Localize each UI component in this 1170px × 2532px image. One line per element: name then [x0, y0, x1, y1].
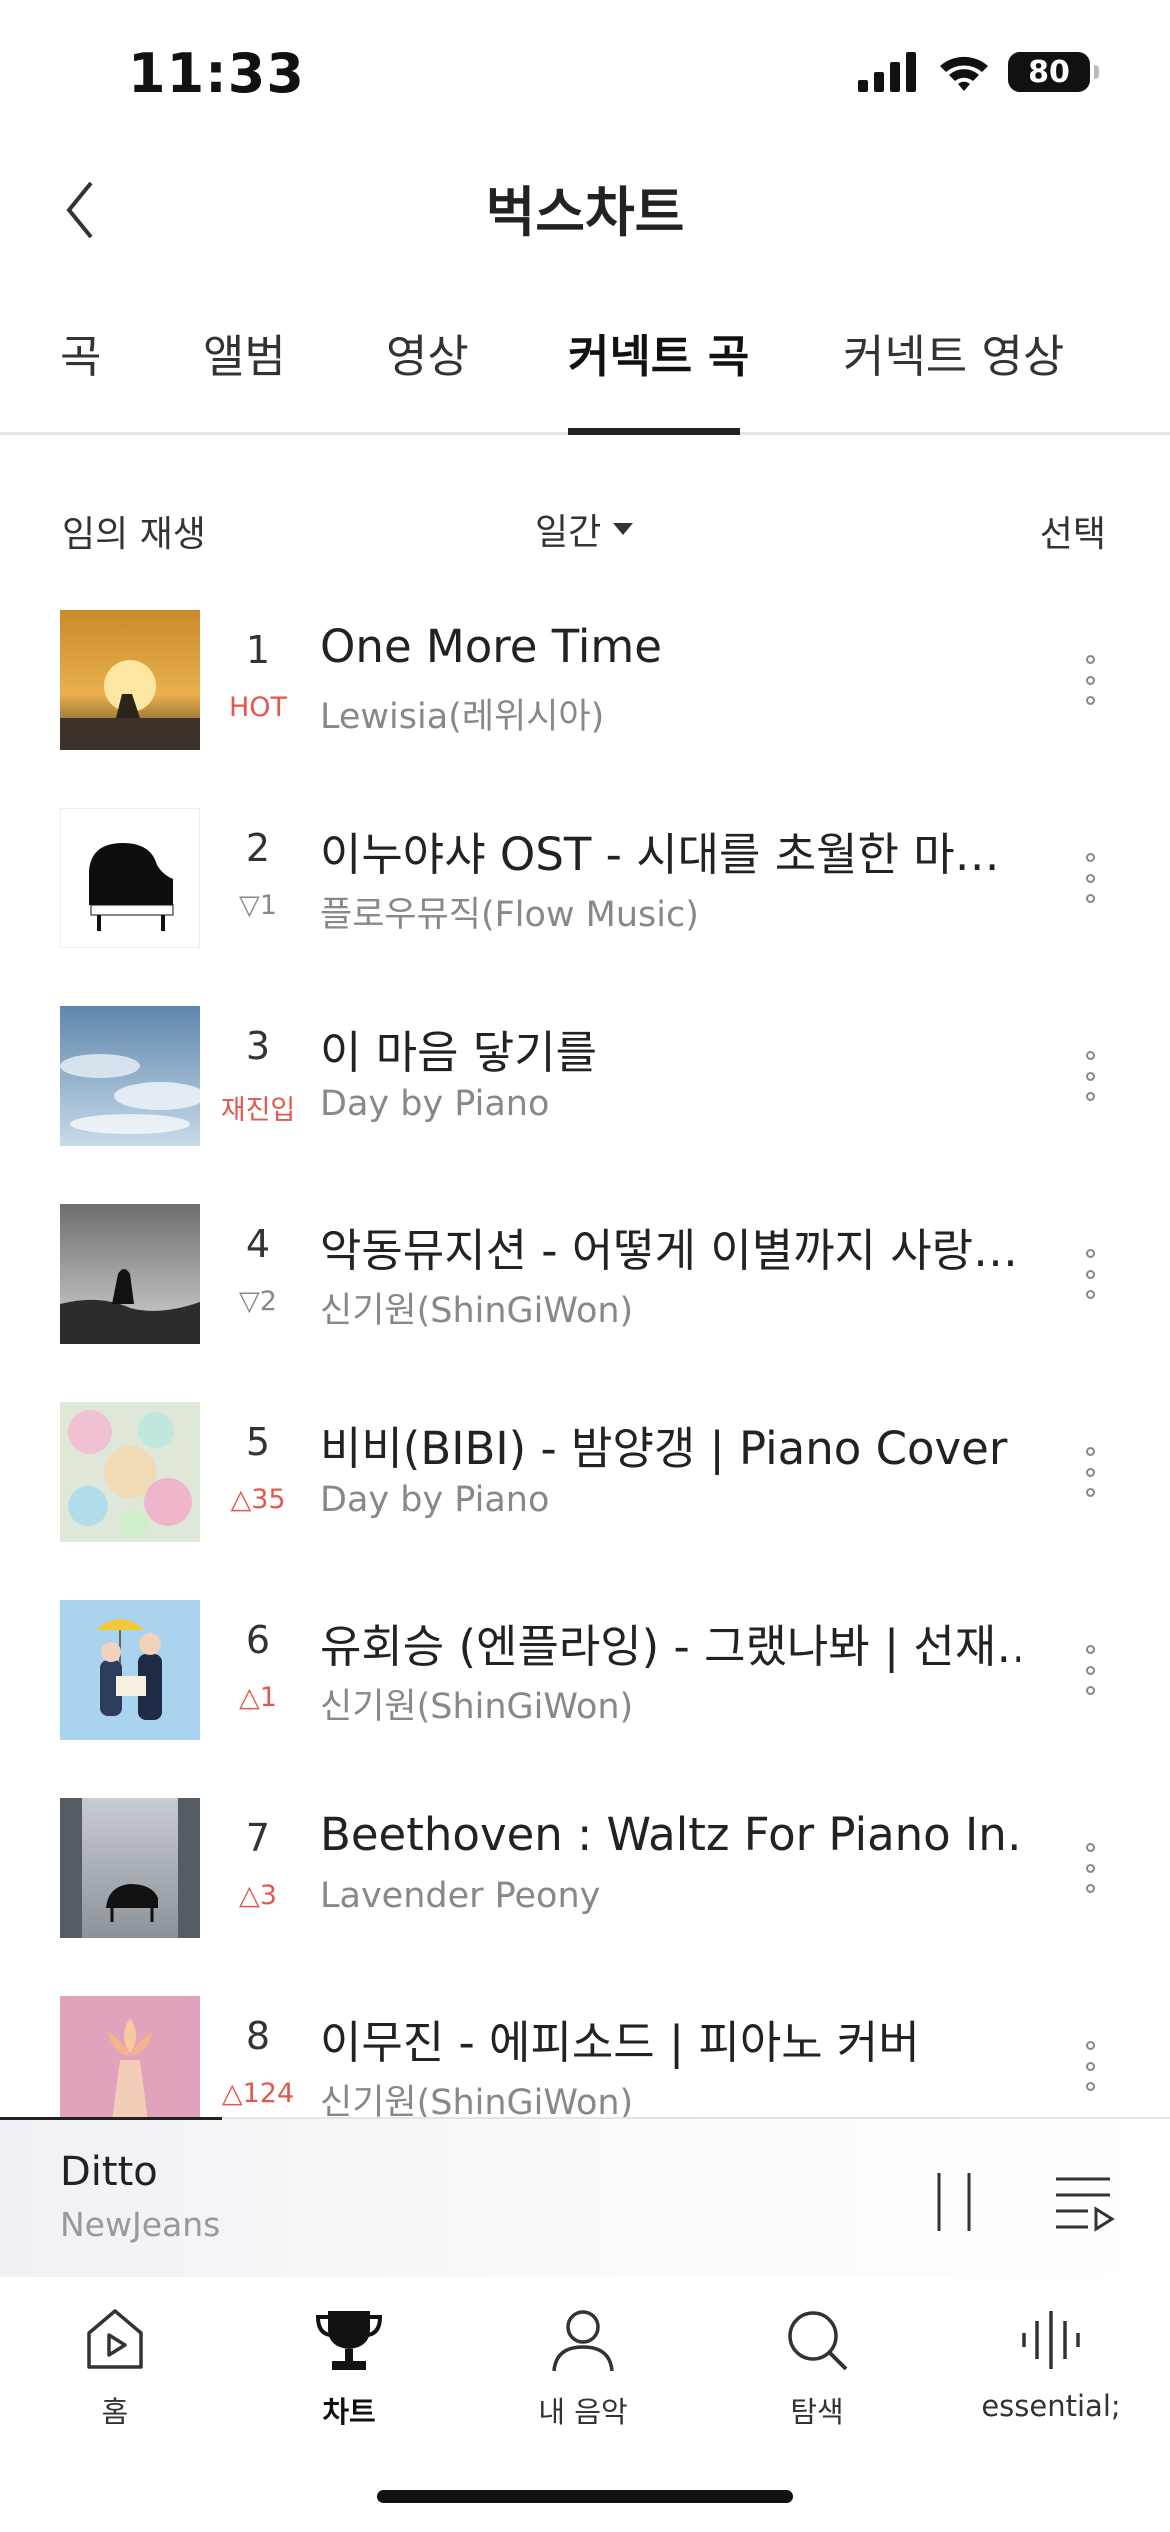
chart-tabs: 곡 앨범 영상 커넥트 곡 커넥트 영상: [0, 300, 1170, 435]
track-artist: 신기원(ShinGiWon): [320, 1291, 634, 1331]
rank-number: 7: [245, 1816, 271, 1860]
nav-chart[interactable]: 차트: [249, 2307, 449, 2431]
rank-change: △3: [239, 1880, 277, 1911]
track-title: 악동뮤지션 - 어떻게 이별까지 사랑…: [320, 1224, 1019, 1277]
more-options-button[interactable]: [1070, 1843, 1110, 1893]
track-artist: 신기원(ShinGiWon): [320, 1687, 634, 1727]
track-title: 비비(BIBI) - 밤양갱 | Piano Cover: [320, 1422, 1008, 1475]
track-title: Beethoven : Waltz For Piano In…: [320, 1808, 1020, 1861]
more-options-button[interactable]: [1070, 853, 1110, 903]
more-options-button[interactable]: [1070, 655, 1110, 705]
page-title: 벅스차트: [485, 181, 685, 244]
rank-change: HOT: [228, 692, 288, 723]
home-indicator[interactable]: [377, 2490, 793, 2503]
nav-home-label: 홈: [101, 2395, 129, 2429]
signal-icon: [858, 52, 916, 92]
nav-my-music-label: 내 음악: [538, 2395, 628, 2429]
queue-list-icon: [1056, 2177, 1115, 2232]
nav-explore[interactable]: 탐색: [717, 2307, 917, 2431]
search-icon: [788, 2311, 848, 2371]
select-button[interactable]: 선택: [1040, 505, 1106, 557]
nav-home[interactable]: 홈: [15, 2307, 215, 2431]
person-icon: [552, 2310, 614, 2372]
pause-icon: [937, 2173, 971, 2231]
tab-connect-songs[interactable]: 커넥트 곡: [568, 320, 749, 385]
caret-down-icon: [613, 523, 634, 535]
album-art: [60, 1600, 200, 1740]
tab-songs[interactable]: 곡: [60, 320, 101, 385]
album-art: [60, 1204, 200, 1344]
track-artist: Lewisia(레위시아): [320, 697, 605, 737]
battery-level: 80: [1028, 54, 1070, 90]
rank-change: △124: [221, 2078, 295, 2109]
active-tab-indicator: [568, 428, 740, 435]
rank-number: 6: [245, 1618, 271, 1662]
more-options-button[interactable]: [1070, 1051, 1110, 1101]
playback-progress-bar: [0, 2117, 223, 2120]
wifi-icon: [940, 56, 988, 91]
tab-connect-videos[interactable]: 커넥트 영상: [843, 320, 1064, 385]
rank-number: 8: [245, 2014, 271, 2058]
rank-number: 5: [245, 1420, 271, 1464]
nav-essential[interactable]: essential;: [951, 2307, 1151, 2423]
track-row[interactable]: 5 △35 비비(BIBI) - 밤양갱 | Piano Cover Day b…: [0, 1402, 1170, 1600]
more-options-button[interactable]: [1070, 1249, 1110, 1299]
nav-explore-label: 탐색: [790, 2395, 844, 2429]
track-artist: 플로우뮤직(Flow Music): [320, 895, 699, 935]
playlist-queue-button[interactable]: [1052, 2169, 1116, 2233]
track-row[interactable]: 4 ▽2 악동뮤지션 - 어떻게 이별까지 사랑… 신기원(ShinGiWon): [0, 1204, 1170, 1402]
mini-player[interactable]: Ditto NewJeans: [0, 2117, 1170, 2279]
album-art: [60, 1798, 200, 1938]
album-art: [60, 1996, 200, 2117]
track-title: 이무진 - 에피소드 | 피아노 커버: [320, 2016, 920, 2069]
album-art: [60, 1402, 200, 1542]
rank-number: 1: [245, 628, 271, 672]
track-row[interactable]: 3 재진입 이 마음 닿기를 Day by Piano: [0, 1006, 1170, 1204]
trophy-icon: [315, 2311, 383, 2370]
now-playing-artist: NewJeans: [60, 2205, 221, 2244]
status-time: 11:33: [128, 42, 305, 105]
track-title: 이누야샤 OST - 시대를 초월한 마…: [320, 828, 1000, 881]
track-artist: Day by Piano: [320, 1084, 550, 1124]
track-row[interactable]: 6 △1 유회승 (엔플라잉) - 그랬나봐 | 선재… 신기원(ShinGiW…: [0, 1600, 1170, 1798]
more-options-button[interactable]: [1070, 1645, 1110, 1695]
tab-albums[interactable]: 앨범: [203, 320, 286, 385]
rank-change: △1: [239, 1682, 277, 1713]
track-title: 이 마음 닿기를: [320, 1026, 598, 1079]
nav-essential-label: essential;: [981, 2389, 1121, 2423]
now-playing-title: Ditto: [60, 2149, 158, 2195]
track-row[interactable]: 7 △3 Beethoven : Waltz For Piano In… Lav…: [0, 1798, 1170, 1996]
album-art: [60, 1006, 200, 1146]
rank-number: 2: [245, 826, 271, 870]
bottom-tab-bar: 홈 차트 내 음악 탐색 essential;: [0, 2277, 1170, 2532]
battery-icon: 80: [1008, 52, 1099, 92]
tab-videos[interactable]: 영상: [386, 320, 469, 385]
track-row[interactable]: 2 ▽1 이누야샤 OST - 시대를 초월한 마… 플로우뮤직(Flow Mu…: [0, 808, 1170, 1006]
track-row[interactable]: 1 HOT One More Time Lewisia(레위시아): [0, 610, 1170, 808]
home-play-icon: [87, 2309, 143, 2369]
rank-change: 재진입: [220, 1095, 296, 1126]
track-artist: Lavender Peony: [320, 1876, 601, 1916]
album-art: [60, 808, 200, 948]
status-icons: 80: [858, 52, 1099, 92]
period-value: 일간: [535, 512, 602, 553]
track-title: 유회승 (엔플라잉) - 그랬나봐 | 선재…: [320, 1620, 1020, 1673]
period-dropdown[interactable]: 일간: [535, 503, 634, 555]
more-options-button[interactable]: [1070, 2041, 1110, 2091]
rank-number: 3: [245, 1024, 271, 1068]
rank-change: ▽2: [239, 1286, 277, 1317]
rank-change: △35: [230, 1484, 286, 1515]
list-toolbar: 임의 재생 일간 선택: [0, 495, 1170, 565]
album-art: [60, 610, 200, 750]
track-title: One More Time: [320, 620, 662, 673]
soundwave-icon: [1022, 2311, 1080, 2369]
pause-button[interactable]: [925, 2169, 985, 2235]
rank-number: 4: [245, 1222, 271, 1266]
rank-change: ▽1: [239, 890, 277, 921]
shuffle-play-button[interactable]: 임의 재생: [62, 505, 206, 557]
nav-my-music[interactable]: 내 음악: [483, 2307, 683, 2431]
more-options-button[interactable]: [1070, 1447, 1110, 1497]
nav-chart-label: 차트: [322, 2395, 376, 2429]
track-artist: Day by Piano: [320, 1480, 550, 1520]
